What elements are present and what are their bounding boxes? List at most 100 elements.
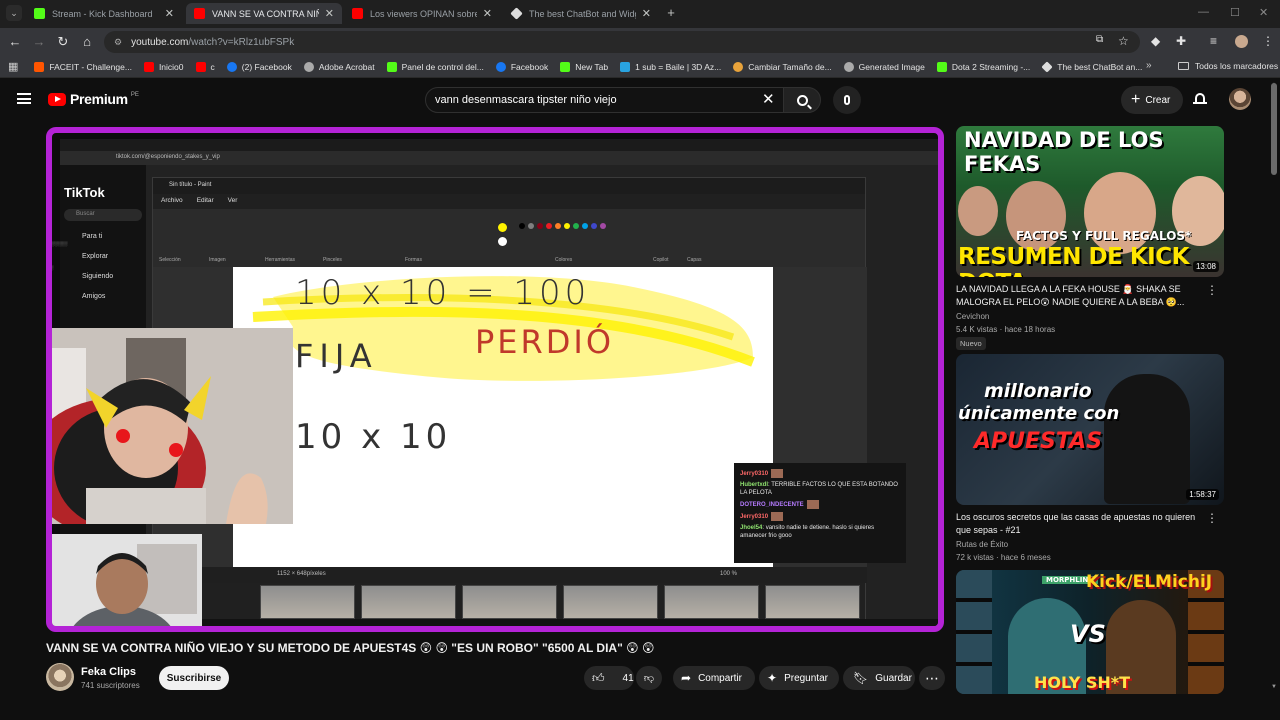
- bookmark-new-tab[interactable]: New Tab: [560, 61, 608, 72]
- bookmark-inicio[interactable]: Inicio0: [143, 61, 184, 72]
- profile-avatar[interactable]: [1235, 35, 1248, 48]
- tab-botrix[interactable]: The best ChatBot and Widgets ✕: [503, 3, 659, 24]
- tab-youtube-viewers[interactable]: Los viewers OPINAN sobre el f ✕: [344, 3, 500, 24]
- thumbnail-text: FACTOS Y FULL REGALOS*: [1016, 229, 1192, 243]
- page-scrollbar[interactable]: [1271, 83, 1277, 175]
- color-swatch: [537, 223, 543, 229]
- extension-diamond-icon[interactable]: ◆: [1151, 34, 1160, 48]
- apps-grid-icon[interactable]: ▦: [8, 60, 18, 73]
- tiktok-logo: TikTok: [64, 185, 105, 200]
- close-icon[interactable]: ✕: [642, 7, 651, 20]
- bookmark-star-icon[interactable]: ☆: [1118, 34, 1129, 48]
- share-arrow-icon: ➦: [681, 671, 692, 685]
- reading-list-icon[interactable]: ≡: [1210, 34, 1217, 48]
- bookmark-dota[interactable]: Dota 2 Streaming -...: [936, 61, 1030, 72]
- search-button[interactable]: [783, 87, 821, 113]
- install-app-icon[interactable]: ⧉: [1096, 34, 1103, 45]
- close-icon[interactable]: ✕: [325, 7, 334, 20]
- clear-search-icon[interactable]: ✕: [762, 92, 775, 108]
- site-info-icon[interactable]: ⚙: [114, 37, 122, 48]
- tab-youtube-video[interactable]: VANN SE VA CONTRA NIÑO VIEJO ✕: [186, 3, 342, 24]
- account-avatar[interactable]: [1229, 88, 1251, 110]
- color-swatch: [498, 237, 507, 246]
- globe-icon: [843, 61, 854, 72]
- paint-menu-item: Archivo: [161, 197, 183, 204]
- search-input[interactable]: vann desenmascara tipster niño viejo: [425, 87, 787, 113]
- youtube-icon: [195, 61, 206, 72]
- bookmark-site-icon: [733, 61, 744, 72]
- bookmark-label: c: [210, 61, 215, 72]
- create-button[interactable]: + Crear: [1121, 86, 1183, 114]
- bookmark-facebook[interactable]: Facebook: [495, 61, 548, 72]
- tab-search-icon[interactable]: ⌄: [6, 5, 22, 21]
- new-tab-button[interactable]: +: [664, 6, 678, 20]
- forward-icon[interactable]: →: [31, 34, 47, 50]
- thumbnail-text: APUESTAS: [974, 429, 1103, 454]
- all-bookmarks-folder[interactable]: Todos los marcadores: [1178, 61, 1278, 71]
- browser-toolbar: ← → ↻ ⌂ ⚙ youtube.com /watch?v=kRlz1ubFS…: [0, 28, 1280, 56]
- video-thumbnail[interactable]: NAVIDAD DE LOS FEKAS FACTOS Y FULL REGAL…: [956, 126, 1224, 277]
- reload-icon[interactable]: ↻: [55, 34, 71, 50]
- voice-search-button[interactable]: [833, 86, 861, 114]
- recommended-title[interactable]: LA NAVIDAD LLEGA A LA FEKA HOUSE 🎅 SHAKA…: [956, 283, 1204, 308]
- channel-avatar[interactable]: [46, 663, 74, 691]
- video-menu-icon[interactable]: ⋮: [1206, 283, 1218, 297]
- color-swatch: [528, 223, 534, 229]
- tiktok-nav-item: Para ti: [82, 233, 103, 240]
- close-icon[interactable]: ✕: [165, 7, 174, 20]
- address-bar[interactable]: ⚙ youtube.com /watch?v=kRlz1ubFSPk: [104, 31, 1140, 53]
- kick-icon: [386, 61, 397, 72]
- video-thumbnail[interactable]: millonario únicamente con APUESTAS 1:58:…: [956, 354, 1224, 505]
- close-window-icon[interactable]: ✕: [1259, 6, 1268, 19]
- tab-kick-dashboard[interactable]: Stream - Kick Dashboard ✕: [26, 3, 182, 24]
- dislike-button[interactable]: 👎︎: [636, 666, 662, 690]
- paint-canvas[interactable]: 10 x 10 = 100 FIJA PERDIÓ 10 x 10: [233, 267, 773, 567]
- home-icon[interactable]: ⌂: [79, 34, 95, 50]
- more-actions-button[interactable]: ⋯: [919, 666, 945, 690]
- color-swatch: [564, 223, 570, 229]
- more-bookmarks-icon[interactable]: »: [1146, 60, 1152, 71]
- bookmark-c[interactable]: c: [195, 61, 215, 72]
- youtube-logo[interactable]: Premium PE: [48, 91, 139, 107]
- extensions-icon[interactable]: ✚: [1176, 34, 1186, 48]
- bookmark-label: Panel de control del...: [401, 61, 484, 72]
- close-icon[interactable]: ✕: [483, 7, 492, 20]
- recommended-title[interactable]: Los oscuros secretos que las casas de ap…: [956, 511, 1204, 536]
- youtube-header: Premium PE vann desenmascara tipster niñ…: [0, 79, 1280, 121]
- minimize-icon[interactable]: —: [1198, 6, 1209, 18]
- chat-username: Jerry0310: [740, 471, 769, 478]
- thumbnail-text: únicamente con: [958, 403, 1120, 424]
- video-menu-icon[interactable]: ⋮: [1206, 511, 1218, 525]
- menu-icon[interactable]: [17, 93, 31, 104]
- recommended-channel[interactable]: Cevichon: [956, 312, 989, 321]
- bookmark-adobe[interactable]: Adobe Acrobat: [303, 61, 375, 72]
- ask-button[interactable]: ✦ Preguntar: [759, 666, 839, 690]
- color-swatch: [555, 223, 561, 229]
- video-thumbnail[interactable]: MORPHLING Kick/ELMichiJ VS HOLY SH*T: [956, 570, 1224, 694]
- bookmark-cambiar[interactable]: Cambiar Tamaño de...: [733, 61, 832, 72]
- notifications-bell-icon[interactable]: [1193, 91, 1207, 107]
- bookmark-generated-image[interactable]: Generated Image: [843, 61, 925, 72]
- bookmark-chatbot[interactable]: The best ChatBot an...: [1041, 60, 1143, 73]
- channel-name[interactable]: Feka Clips: [81, 666, 136, 678]
- bookmark-faceit[interactable]: FACEIT - Challenge...: [34, 61, 132, 72]
- share-button[interactable]: ➦ Compartir: [673, 666, 755, 690]
- scroll-down-arrow[interactable]: ▼: [1271, 684, 1277, 690]
- bookmark-label: The best ChatBot an...: [1057, 61, 1143, 72]
- back-icon[interactable]: ←: [7, 34, 23, 50]
- color-swatch: [582, 223, 588, 229]
- thumbnail-text: NAVIDAD DE LOS FEKAS: [964, 128, 1164, 176]
- paint-thumbnail-strip: [260, 585, 860, 619]
- maximize-icon[interactable]: ☐: [1230, 6, 1240, 19]
- save-button[interactable]: 🔖︎ Guardar: [843, 666, 915, 690]
- subscribe-button[interactable]: Suscribirse: [159, 666, 229, 690]
- video-player[interactable]: tiktok.com/@esponiendo_stakes_y_vip TikT…: [46, 127, 944, 632]
- thumbs-up-icon: 👍︎: [592, 670, 605, 685]
- browser-menu-icon[interactable]: ⋮: [1262, 34, 1274, 48]
- bookmark-kick-panel[interactable]: Panel de control del...: [386, 61, 484, 72]
- like-button[interactable]: 👍︎ 41: [584, 666, 634, 690]
- bookmark-label: Cambiar Tamaño de...: [748, 61, 832, 72]
- bookmark-baile[interactable]: 1 sub = Baile | 3D Az...: [620, 61, 721, 72]
- recommended-channel[interactable]: Rutas de Éxito: [956, 540, 1008, 549]
- bookmark-facebook-2[interactable]: (2) Facebook: [226, 61, 292, 72]
